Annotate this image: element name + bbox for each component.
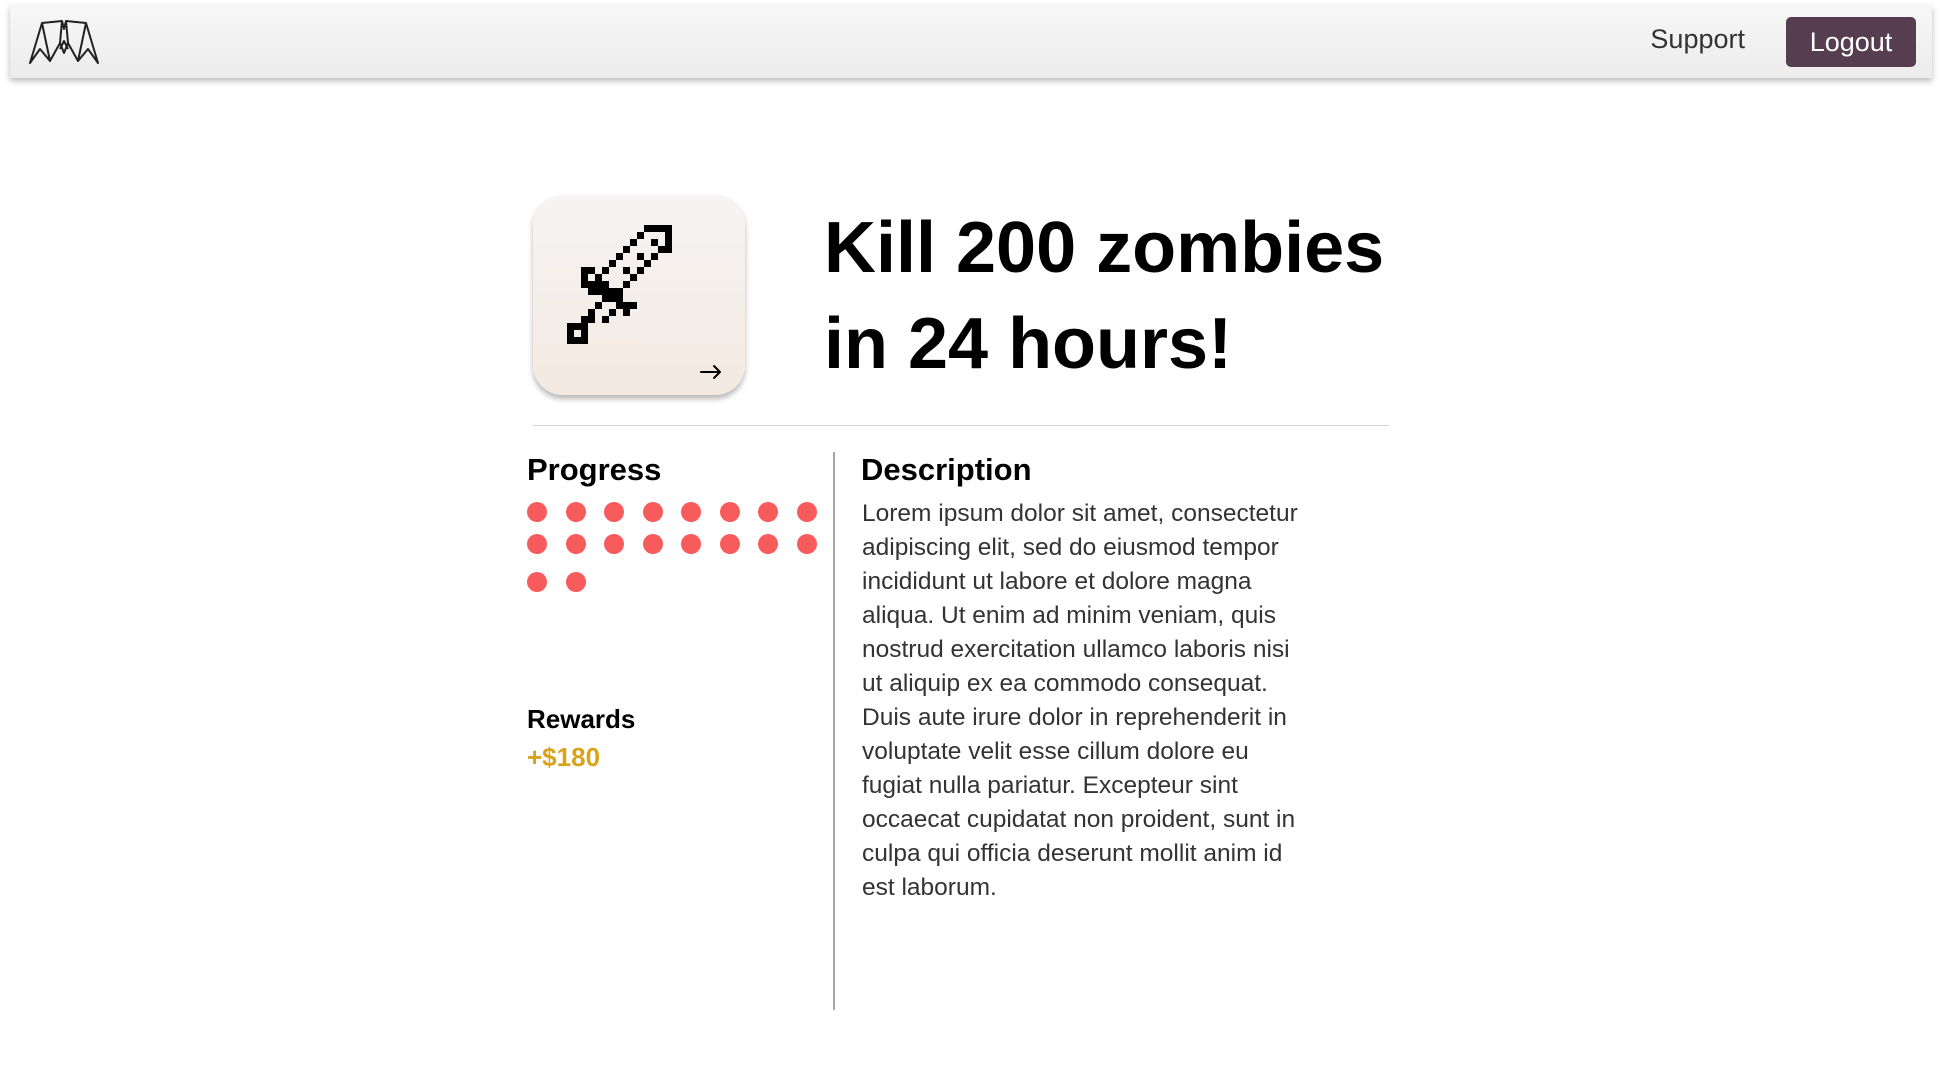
progress-dot: [527, 534, 547, 554]
progress-dot: [681, 534, 701, 554]
progress-dot: [604, 534, 624, 554]
rewards-value: +$180: [527, 742, 601, 772]
bat-wings-logo-icon[interactable]: [28, 19, 100, 65]
section-divider: [533, 425, 1389, 426]
progress-dot: [565, 534, 586, 554]
progress-dot: [565, 502, 586, 522]
progress-dot: [565, 572, 586, 592]
quest-title: Kill 200 zombies in 24 hours!: [824, 208, 1385, 384]
arrow-right-icon[interactable]: [699, 363, 723, 381]
pixel-sword-icon: [567, 225, 672, 344]
progress-dot: [796, 502, 817, 522]
progress-dot: [642, 502, 663, 522]
progress-dot: [719, 534, 740, 554]
description-heading: Description: [861, 452, 1032, 487]
rewards-heading: Rewards: [527, 704, 636, 734]
progress-dot: [681, 502, 701, 522]
progress-dot: [527, 502, 547, 522]
progress-heading: Progress: [527, 452, 662, 487]
progress-dot: [719, 502, 740, 522]
description-body: Lorem ipsum dolor sit amet, consectetur …: [862, 500, 1298, 901]
column-divider: [833, 452, 835, 1010]
progress-dot: [527, 572, 547, 592]
progress-dot: [796, 534, 817, 554]
quest-icon-card[interactable]: [533, 195, 745, 395]
progress-dot: [758, 502, 778, 522]
progress-dots: [527, 502, 827, 592]
progress-dot: [642, 534, 663, 554]
support-link[interactable]: Support: [1650, 24, 1745, 55]
progress-dot: [604, 502, 624, 522]
logout-button[interactable]: Logout: [1786, 17, 1916, 67]
progress-dot: [758, 534, 778, 554]
top-navbar: Support Logout: [10, 5, 1932, 78]
